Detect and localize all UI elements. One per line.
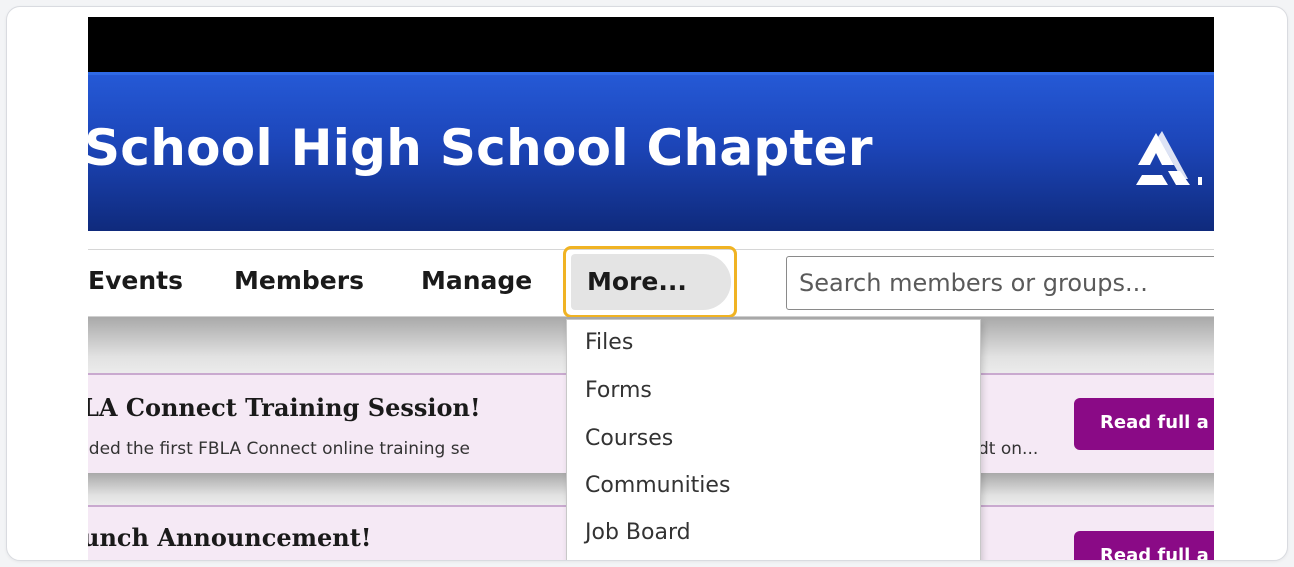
menu-item-courses[interactable]: Courses	[585, 426, 673, 451]
chapter-title: School High School Chapter	[88, 119, 873, 177]
top-black-bar	[88, 17, 1214, 72]
search-input[interactable]	[786, 256, 1214, 310]
nav-more-button[interactable]: More...	[571, 254, 731, 310]
nav-more-label: More...	[587, 267, 687, 296]
nav-events[interactable]: Events	[88, 266, 183, 295]
fbla-logo-icon	[1136, 131, 1202, 185]
nav-more-highlight: More...	[563, 246, 737, 318]
announcement-text: nded the first FBLA Connect online train…	[88, 439, 471, 459]
menu-item-files[interactable]: Files	[585, 330, 633, 355]
announcement-text-end: dt on...	[978, 439, 1039, 459]
browser-viewport: School High School Chapter Events Member…	[88, 17, 1214, 560]
menu-item-communities[interactable]: Communities	[585, 473, 730, 498]
menu-item-job-board[interactable]: Job Board	[585, 520, 691, 545]
more-dropdown-menu: Files Forms Courses Communities Job Boar…	[566, 319, 981, 560]
announcement-title: unch Announcement!	[88, 523, 372, 552]
read-full-button[interactable]: Read full a	[1074, 531, 1214, 560]
read-full-button[interactable]: Read full a	[1074, 398, 1214, 450]
menu-item-forms[interactable]: Forms	[585, 378, 652, 403]
nav-members[interactable]: Members	[234, 266, 364, 295]
announcement-title: LA Connect Training Session!	[88, 393, 481, 422]
chapter-banner: School High School Chapter	[88, 72, 1214, 231]
nav-manage[interactable]: Manage	[421, 266, 532, 295]
